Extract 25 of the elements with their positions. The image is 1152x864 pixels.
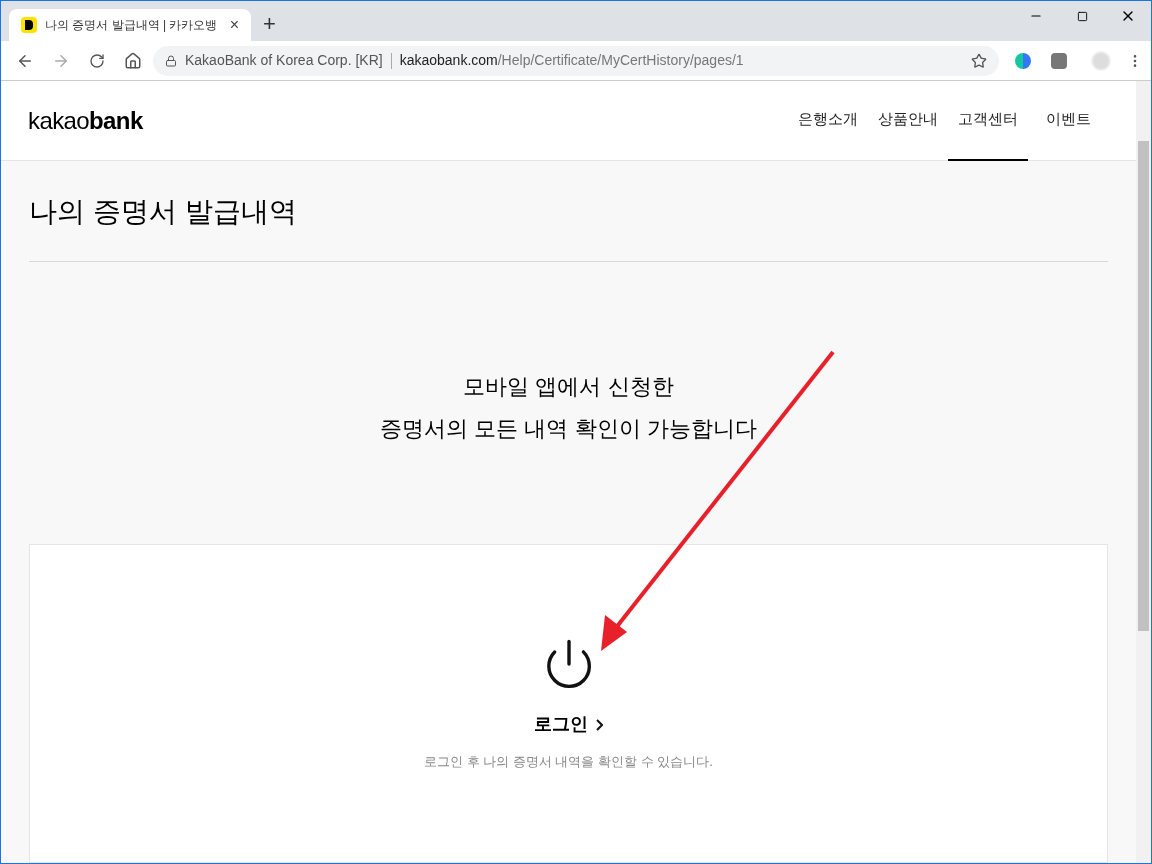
maximize-icon bbox=[1076, 10, 1088, 22]
login-link[interactable]: 로그인 bbox=[534, 711, 603, 738]
lock-icon bbox=[165, 54, 177, 67]
site-favicon-icon bbox=[21, 17, 37, 33]
bookmark-star-icon[interactable] bbox=[971, 52, 987, 69]
home-icon bbox=[124, 51, 142, 70]
info-message-line: 증명서의 모든 내역 확인이 가능합니다 bbox=[380, 415, 757, 443]
nav-link[interactable]: 은행소개 bbox=[788, 80, 868, 161]
reload-icon bbox=[89, 52, 105, 69]
info-message-line: 모바일 앱에서 신청한 bbox=[463, 373, 674, 401]
url-text: kakaobank.com/Help/Certificate/MyCertHistory/pages/1 bbox=[399, 51, 744, 70]
site-identity: KakaoBank of Korea Corp. [KR] bbox=[185, 51, 383, 70]
nav-link[interactable]: 고객센터 bbox=[948, 80, 1028, 161]
scrollbar[interactable] bbox=[1136, 81, 1151, 863]
tab-close-button[interactable]: × bbox=[229, 17, 239, 33]
nav-link[interactable]: 상품안내 bbox=[868, 80, 948, 161]
address-bar[interactable]: KakaoBank of Korea Corp. [KR] kakaobank.com/Help/Certificate/MyCertHistory/pages/1 bbox=[153, 45, 999, 76]
new-tab-button[interactable]: + bbox=[263, 13, 276, 35]
page-title: 나의 증명서 발급내역 bbox=[29, 195, 298, 229]
chevron-right-icon bbox=[596, 718, 603, 731]
tab-title: 나의 증명서 발급내역 | 카카오뱅 bbox=[45, 17, 219, 34]
kakaobank-logo[interactable]: kakaobank bbox=[28, 102, 143, 139]
login-note: 로그인 후 나의 증명서 내역을 확인할 수 있습니다. bbox=[424, 753, 713, 771]
browser-tab[interactable]: 나의 증명서 발급내역 | 카카오뱅 × bbox=[9, 9, 251, 41]
nav-link[interactable]: 이벤트 bbox=[1028, 80, 1108, 161]
